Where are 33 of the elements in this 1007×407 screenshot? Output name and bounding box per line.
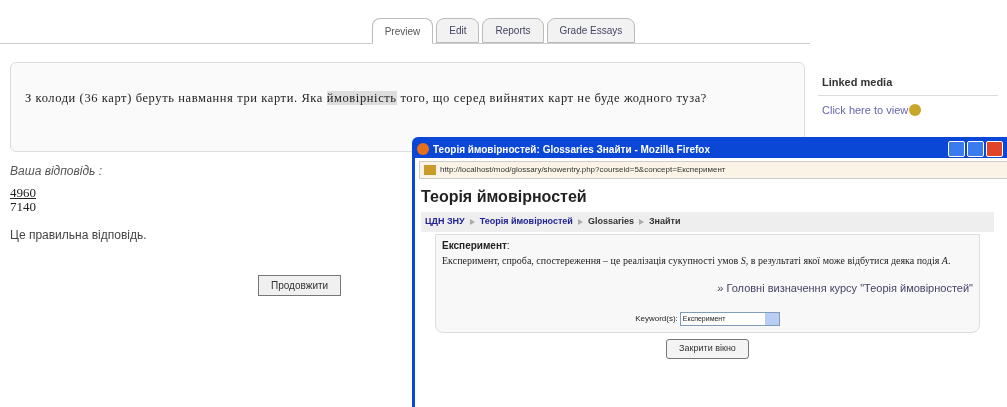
glossary-link[interactable]: ймовірність [326,91,397,105]
course-link[interactable]: » Головні визначення курсу "Теорія ймовірностей" [717,279,973,296]
breadcrumb-item[interactable]: ЦДН ЗНУ [425,215,465,229]
url-text: http://localhost/mod/glossary/showentry.php?courseid=5&concept=Експеримент [440,164,726,176]
breadcrumb-item: Знайти [648,215,681,228]
separator-icon [577,218,583,225]
fraction-denominator: 7140 [10,200,36,214]
entry-term: Експеримент [442,238,507,253]
breadcrumb-item: Glossaries [587,215,634,228]
maximize-button[interactable] [967,141,984,157]
minimize-button[interactable] [948,141,965,157]
answer-label: Ваша відповідь : [10,163,103,180]
keyword-label: Keyword(s): [635,313,678,325]
tab[interactable]: Edit [436,18,480,43]
question-text: З колоди (36 карт) беруть навмання три карти. Яка ймовірність того, що серед вийнятих карт не буде жодного туза? [25,90,708,107]
fraction-numerator: 4960 [10,186,36,200]
breadcrumb-item[interactable]: Теорія ймовірностей [479,215,573,229]
tab[interactable]: Grade Essays [546,18,636,43]
tab[interactable]: Preview [371,18,434,44]
block-title: Linked media [818,74,998,96]
feedback-text: Це правильна відповідь. [10,227,147,244]
entry-definition: Експеримент, спроба, спостереження – це реалізація сукупності умов S, в результаті якої може відбутися деяка подія A. [442,253,952,268]
separator-icon [469,218,475,225]
entry-colon: : [506,238,510,253]
address-bar[interactable]: http://localhost/mod/glossary/showentry.php?courseid=5&concept=Експеримент [419,161,1007,179]
window-title: Теорія ймовірностей: Glossaries Знайти - Mozilla Firefox [433,142,710,157]
close-window-button[interactable]: Закрити вікно [666,339,749,359]
close-button[interactable] [986,141,1003,157]
view-link[interactable]: Click here to view [822,101,909,118]
separator-icon [638,218,644,225]
tab[interactable]: Reports [482,18,544,43]
continue-button[interactable]: Продовжити [258,275,342,296]
page-heading: Теорія ймовірностей [421,187,588,207]
